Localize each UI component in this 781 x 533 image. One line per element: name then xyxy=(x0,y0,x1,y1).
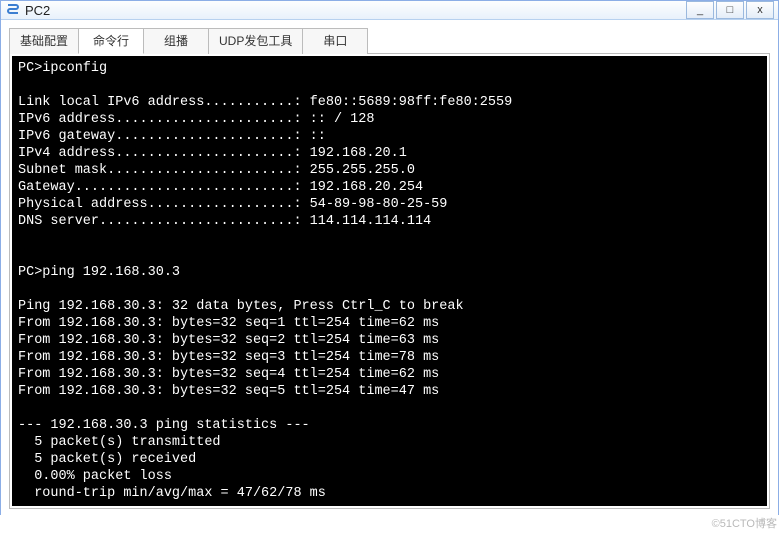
app-icon xyxy=(5,2,21,18)
tab-command-line[interactable]: 命令行 xyxy=(78,28,144,54)
tab-udp-tool[interactable]: UDP发包工具 xyxy=(208,28,303,54)
content-area: 基础配置 命令行 组播 UDP发包工具 串口 PC>ipconfig Link … xyxy=(1,20,778,517)
tab-serial[interactable]: 串口 xyxy=(302,28,368,54)
tab-basic-config[interactable]: 基础配置 xyxy=(9,28,79,54)
close-button[interactable]: x xyxy=(746,1,774,19)
titlebar[interactable]: PC2 _ □ x xyxy=(1,1,778,20)
minimize-button[interactable]: _ xyxy=(686,1,714,19)
watermark: ©51CTO博客 xyxy=(712,515,777,531)
maximize-button[interactable]: □ xyxy=(716,1,744,19)
app-window: PC2 _ □ x 基础配置 命令行 组播 UDP发包工具 串口 PC>ipco… xyxy=(0,0,779,515)
terminal-container: PC>ipconfig Link local IPv6 address.....… xyxy=(9,54,770,509)
tab-multicast[interactable]: 组播 xyxy=(143,28,209,54)
tab-bar: 基础配置 命令行 组播 UDP发包工具 串口 xyxy=(9,28,770,54)
window-title: PC2 xyxy=(25,3,50,18)
terminal-output[interactable]: PC>ipconfig Link local IPv6 address.....… xyxy=(12,56,767,506)
